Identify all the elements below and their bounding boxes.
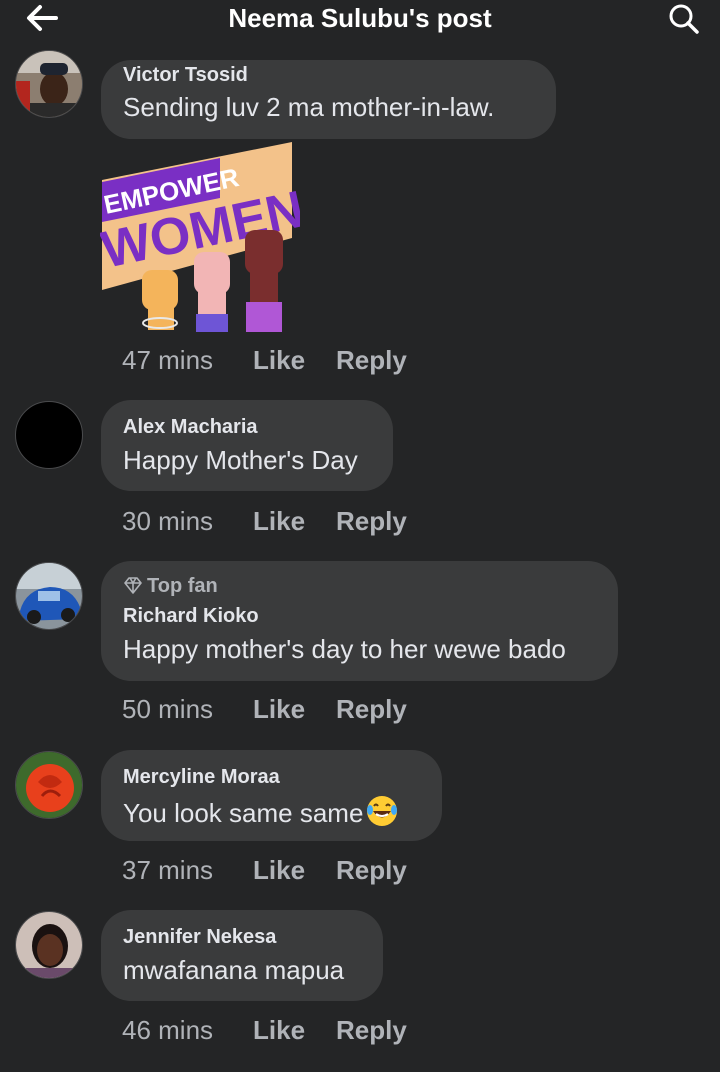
reply-button[interactable]: Reply — [336, 855, 407, 886]
avatar[interactable] — [15, 911, 83, 979]
avatar-photo — [16, 51, 82, 117]
top-fan-label: Top fan — [147, 575, 218, 597]
reply-button[interactable]: Reply — [336, 506, 407, 537]
reply-button[interactable]: Reply — [336, 694, 407, 725]
like-button[interactable]: Like — [253, 506, 336, 537]
comment-actions: 37 mins Like Reply — [122, 855, 407, 886]
avatar[interactable] — [15, 50, 83, 118]
search-icon — [669, 4, 699, 34]
comment-timestamp: 47 mins — [122, 345, 214, 375]
comment-bubble[interactable]: Jennifer Nekesa mwafanana mapua — [101, 910, 383, 1001]
comment-timestamp: 37 mins — [122, 855, 214, 885]
page-title: Neema Sulubu's post — [228, 3, 492, 33]
avatar-photo — [16, 912, 82, 978]
comment-author[interactable]: Alex Macharia — [123, 416, 258, 439]
comment-actions: 47 mins Like Reply — [122, 345, 407, 376]
comment-bubble[interactable]: Victor Tsosid Sending luv 2 ma mother-in… — [101, 60, 556, 139]
diamond-icon — [124, 577, 142, 594]
laughing-tears-emoji-icon — [367, 796, 398, 826]
comment-author[interactable]: Victor Tsosid — [123, 64, 248, 87]
top-bar: Neema Sulubu's post — [0, 0, 720, 40]
sticker-graphic: EMPOWER WOMEN — [96, 142, 309, 332]
comment-actions: 46 mins Like Reply — [122, 1015, 407, 1046]
comment-timestamp: 30 mins — [122, 506, 214, 536]
comment-actions: 50 mins Like Reply — [122, 694, 407, 725]
comment-bubble[interactable]: Mercyline Moraa You look same same — [101, 750, 442, 841]
avatar[interactable] — [15, 562, 83, 630]
comment-text: Sending luv 2 ma mother-in-law. — [123, 92, 495, 122]
comment-bubble[interactable]: Alex Macharia Happy Mother's Day — [101, 400, 393, 491]
comment-text: Happy mother's day to her wewe bado — [123, 634, 566, 664]
comment-text: Happy Mother's Day — [123, 445, 358, 475]
reply-button[interactable]: Reply — [336, 1015, 407, 1046]
comment-bubble[interactable]: Top fan Richard Kioko Happy mother's day… — [101, 561, 618, 681]
like-button[interactable]: Like — [253, 855, 336, 886]
empower-women-sticker[interactable]: EMPOWER WOMEN — [96, 140, 309, 340]
avatar[interactable] — [15, 401, 83, 469]
like-button[interactable]: Like — [253, 1015, 336, 1046]
search-button[interactable] — [666, 1, 702, 37]
comment-timestamp: 50 mins — [122, 694, 214, 724]
avatar-photo — [16, 563, 82, 629]
like-button[interactable]: Like — [253, 345, 336, 376]
avatar[interactable] — [15, 751, 83, 819]
reply-button[interactable]: Reply — [336, 345, 407, 376]
comment-text-content: You look same same — [123, 798, 364, 828]
comment-author[interactable]: Jennifer Nekesa — [123, 926, 276, 949]
top-fan-badge: Top fan — [123, 575, 218, 598]
comment-text: mwafanana mapua — [123, 955, 345, 985]
comment-text: You look same same — [123, 794, 399, 829]
like-button[interactable]: Like — [253, 694, 336, 725]
comment-timestamp: 46 mins — [122, 1015, 214, 1045]
avatar-photo — [16, 752, 82, 818]
comment-author[interactable]: Mercyline Moraa — [123, 766, 280, 789]
comment-actions: 30 mins Like Reply — [122, 506, 407, 537]
comment-author[interactable]: Richard Kioko — [123, 605, 259, 628]
